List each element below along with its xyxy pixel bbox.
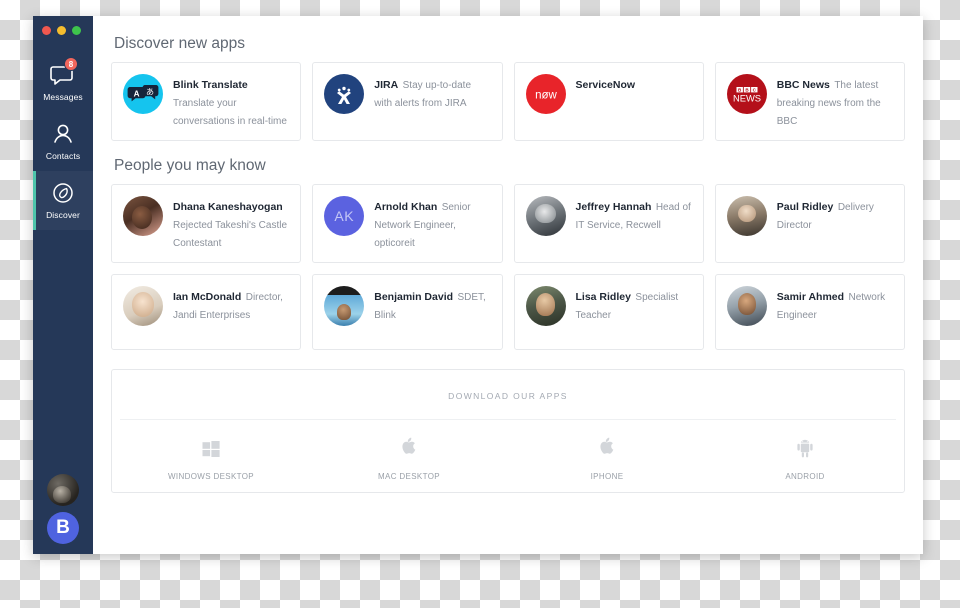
people-grid-row-2: Ian McDonald Director, Jandi Enterprises… (111, 274, 905, 350)
message-bubble-icon: 8 (49, 57, 78, 88)
download-windows-desktop[interactable]: WINDOWS DESKTOP (112, 420, 310, 484)
apps-grid: A あ Blink Translate Translate your conve… (111, 62, 905, 141)
sidebar-item-label: Contacts (45, 151, 81, 161)
person-card[interactable]: Samir Ahmed Network Engineer (714, 274, 905, 350)
person-name: Arnold Khan (374, 201, 438, 213)
compass-icon (49, 180, 77, 206)
messages-badge: 8 (64, 57, 78, 71)
sidebar-footer: B (33, 474, 93, 554)
apple-icon (508, 437, 706, 459)
person-card[interactable]: Lisa Ridley Specialist Teacher (513, 274, 704, 350)
avatar (123, 286, 163, 326)
windows-icon (112, 437, 310, 459)
svg-text:NEWS: NEWS (733, 92, 761, 103)
window-controls (33, 16, 93, 35)
app-name: BBC News (776, 79, 830, 91)
download-label: WINDOWS DESKTOP (168, 472, 254, 481)
download-android[interactable]: ANDROID (706, 420, 904, 484)
person-role: Rejected Takeshi's Castle Contestant (173, 220, 288, 249)
person-card[interactable]: Paul Ridley Delivery Director (714, 184, 905, 263)
person-card[interactable]: Benjamin David SDET, Blink (312, 274, 503, 350)
download-label: IPHONE (590, 472, 624, 481)
apple-icon (310, 437, 508, 459)
app-window: 8 Messages Contacts Discover B Discover … (33, 16, 923, 554)
avatar (525, 196, 566, 236)
close-window-button[interactable] (42, 26, 51, 35)
app-card[interactable]: JIRA Stay up-to-date with alerts from JI… (312, 62, 503, 141)
app-name: JIRA (374, 79, 399, 91)
download-label: ANDROID (785, 472, 825, 481)
person-name: Samir Ahmed (776, 291, 845, 303)
svg-text:あ: あ (146, 88, 154, 97)
sidebar-item-messages[interactable]: 8 Messages (33, 53, 93, 112)
person-card[interactable]: Dhana Kaneshayogan Rejected Takeshi's Ca… (111, 184, 302, 263)
download-apps-heading: DOWNLOAD OUR APPS (120, 370, 896, 420)
person-name: Dhana Kaneshayogan (173, 201, 283, 213)
app-card[interactable]: nøw ServiceNow (513, 62, 704, 141)
sidebar-item-contacts[interactable]: Contacts (33, 112, 93, 171)
people-grid-row-1: Dhana Kaneshayogan Rejected Takeshi's Ca… (111, 184, 905, 263)
app-name: Blink Translate (173, 79, 248, 91)
person-name: Jeffrey Hannah (575, 201, 652, 213)
download-apps-panel: DOWNLOAD OUR APPS WINDOWS DESKTOP MAC DE… (111, 369, 905, 493)
team-logo[interactable]: B (47, 512, 79, 544)
app-description: Translate your conversations in real-tim… (173, 98, 287, 127)
sidebar-nav: 8 Messages Contacts Discover (33, 53, 93, 230)
person-card[interactable]: Jeffrey Hannah Head of IT Service, Recwe… (513, 184, 704, 263)
avatar (726, 286, 767, 326)
avatar (525, 286, 566, 326)
maximize-window-button[interactable] (72, 26, 81, 35)
avatar (726, 196, 767, 236)
person-card[interactable]: AK Arnold Khan Senior Network Engineer, … (312, 184, 503, 263)
minimize-window-button[interactable] (57, 26, 66, 35)
download-label: MAC DESKTOP (378, 472, 440, 481)
avatar (324, 286, 365, 326)
jira-logo (324, 74, 365, 114)
avatar (123, 196, 163, 236)
person-card[interactable]: Ian McDonald Director, Jandi Enterprises (111, 274, 302, 350)
avatar-initials: AK (324, 196, 365, 236)
person-name: Lisa Ridley (575, 291, 631, 303)
sidebar-item-label: Discover (46, 210, 80, 220)
person-outline-icon (49, 121, 77, 147)
download-mac-desktop[interactable]: MAC DESKTOP (310, 420, 508, 484)
page-title-people: People you may know (114, 157, 266, 174)
download-apps-row: WINDOWS DESKTOP MAC DESKTOP IPHONE ANDRO… (112, 420, 904, 484)
main-content: Discover new apps A あ Blink Translate Tr… (93, 16, 923, 554)
sidebar: 8 Messages Contacts Discover B (33, 16, 93, 554)
person-name: Ian McDonald (173, 291, 242, 303)
avatar[interactable] (47, 474, 79, 506)
sidebar-item-label: Messages (43, 92, 83, 102)
person-name: Paul Ridley (776, 201, 834, 213)
page-title-apps: Discover new apps (114, 35, 245, 52)
servicenow-logo: nøw (525, 74, 566, 114)
download-iphone[interactable]: IPHONE (508, 420, 706, 484)
app-card[interactable]: B B C NEWS BBC News The latest breaking … (714, 62, 905, 141)
app-name: ServiceNow (575, 79, 636, 91)
bbc-news-logo: B B C NEWS (726, 74, 767, 114)
app-card[interactable]: A あ Blink Translate Translate your conve… (111, 62, 302, 141)
svg-text:nøw: nøw (535, 90, 557, 102)
blink-translate-logo: A あ (123, 74, 163, 114)
android-icon (706, 437, 904, 459)
sidebar-item-discover[interactable]: Discover (33, 171, 93, 230)
svg-text:A: A (134, 89, 140, 98)
person-name: Benjamin David (374, 291, 454, 303)
